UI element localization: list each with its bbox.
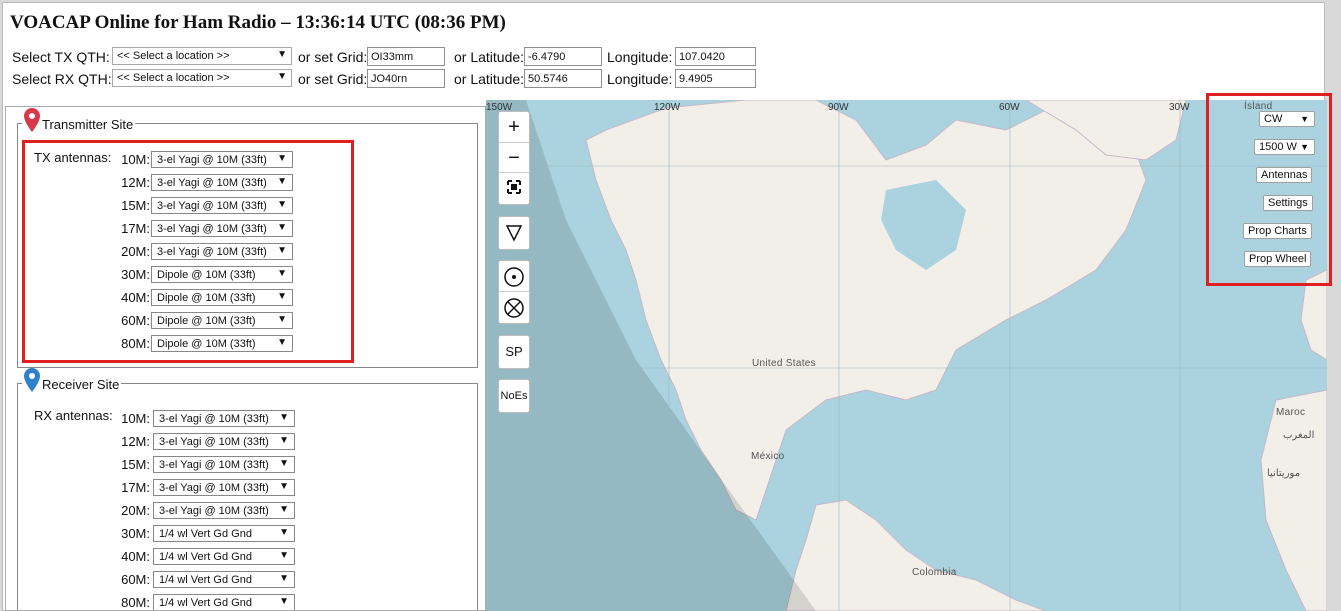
rx-location-select-value: << Select a location >> [117,72,230,84]
longitude-label: 120W [654,102,681,113]
rx-antenna-select-value: 1/4 wl Vert Gd Gnd [159,574,252,586]
page-title: VOACAP Online for Ham Radio – 13:36:14 U… [10,12,506,33]
rx-antenna-select[interactable]: 3-el Yagi @ 10M (33ft) ▼ [153,410,295,427]
chevron-down-icon: ▼ [279,596,289,607]
transmitter-legend-text: Transmitter Site [42,117,134,132]
rx-longitude-field[interactable]: 9.4905 [675,69,756,88]
chevron-down-icon: ▼ [279,550,289,561]
sp-button[interactable]: SP [498,335,530,369]
rx-band-label: 40M: [121,549,150,564]
chevron-down-icon: ▼ [277,71,287,82]
triangle-tool-button[interactable] [498,216,530,250]
tx-latitude-label: or Latitude: [454,49,525,65]
rx-band-label: 12M: [121,434,150,449]
place-label-mexico: México [751,451,785,462]
chevron-down-icon: ▼ [279,435,289,446]
highlight-box-tx-antennas [22,140,354,363]
receiver-legend: Receiver Site [22,368,122,392]
rx-antenna-select[interactable]: 3-el Yagi @ 10M (33ft) ▼ [153,479,295,496]
zoom-out-button[interactable]: − [499,142,529,172]
propagation-map[interactable]: 150W 120W 90W 60W 30W United States Méxi… [486,100,1327,611]
zoom-control: + − [498,111,530,205]
tx-qth-label: Select TX QTH: [12,49,110,65]
rx-antenna-select[interactable]: 3-el Yagi @ 10M (33ft) ▼ [153,456,295,473]
transmitter-legend: Transmitter Site [22,108,136,132]
rx-location-select[interactable]: << Select a location >> ▼ [112,69,292,87]
rx-qth-row: Select RX QTH: << Select a location >> ▼… [12,69,772,89]
rx-band-label: 30M: [121,526,150,541]
fullscreen-button[interactable] [499,172,529,202]
place-label-colombia: Colombia [912,567,957,578]
place-label-us: United States [752,358,816,369]
rx-antenna-select-value: 3-el Yagi @ 10M (33ft) [159,482,269,494]
circle-dot-button[interactable] [499,261,529,291]
rx-antenna-select[interactable]: 1/4 wl Vert Gd Gnd ▼ [153,594,295,610]
rx-antenna-select[interactable]: 3-el Yagi @ 10M (33ft) ▼ [153,433,295,450]
circle-x-button[interactable] [499,291,529,321]
rx-band-label: 60M: [121,572,150,587]
tx-qth-row: Select TX QTH: << Select a location >> ▼… [12,47,772,67]
tx-location-select[interactable]: << Select a location >> ▼ [112,47,292,65]
chevron-down-icon: ▼ [279,573,289,584]
longitude-label: 30W [1169,102,1190,113]
rx-antenna-select-value: 1/4 wl Vert Gd Gnd [159,551,252,563]
rx-band-label: 15M: [121,457,150,472]
rx-antenna-select[interactable]: 1/4 wl Vert Gd Gnd ▼ [153,525,295,542]
rx-qth-label: Select RX QTH: [12,71,112,87]
chevron-down-icon: ▼ [279,527,289,538]
point-tool-group [498,260,530,324]
chevron-down-icon: ▼ [279,504,289,515]
map-pin-red-icon [24,108,40,132]
rx-band-label: 10M: [121,411,150,426]
rx-antenna-select-value: 3-el Yagi @ 10M (33ft) [159,505,269,517]
receiver-fieldset: Receiver Site RX antennas: 10M: 3-el Yagi… [17,368,478,610]
rx-antenna-select[interactable]: 3-el Yagi @ 10M (33ft) ▼ [153,502,295,519]
rx-band-label: 20M: [121,503,150,518]
rx-antenna-select-value: 1/4 wl Vert Gd Gnd [159,597,252,609]
rx-band-label: 17M: [121,480,150,495]
tx-grid-field[interactable]: OI33mm [367,47,445,66]
tx-longitude-field[interactable]: 107.0420 [675,47,756,66]
circle-dot-icon [504,266,524,287]
rx-latitude-label: or Latitude: [454,71,525,87]
circle-x-icon [504,297,524,318]
place-label-morocco: Maroc [1276,407,1306,418]
rx-antennas-label: RX antennas: [34,408,113,423]
rx-antenna-select-value: 3-el Yagi @ 10M (33ft) [159,459,269,471]
rx-antenna-select[interactable]: 1/4 wl Vert Gd Gnd ▼ [153,571,295,588]
rx-band-label: 80M: [121,595,150,610]
fullscreen-icon [507,180,521,194]
rx-antenna-select-value: 1/4 wl Vert Gd Gnd [159,528,252,540]
tx-longitude-label: Longitude: [607,49,673,65]
chevron-down-icon: ▼ [279,412,289,423]
rx-longitude-label: Longitude: [607,71,673,87]
tx-grid-label: or set Grid: [298,49,368,65]
rx-antenna-select[interactable]: 1/4 wl Vert Gd Gnd ▼ [153,548,295,565]
rx-antenna-select-value: 3-el Yagi @ 10M (33ft) [159,436,269,448]
map-background [486,100,1327,611]
map-pin-blue-icon [24,368,40,392]
chevron-down-icon: ▼ [279,481,289,492]
zoom-in-button[interactable]: + [499,112,529,142]
place-label-morocco-ar: المغرب [1283,430,1315,441]
rx-latitude-field[interactable]: 50.5746 [524,69,602,88]
highlight-box-controls [1206,93,1332,286]
longitude-label: 90W [828,102,849,113]
place-label-mauritania-ar: موريتانيا [1267,468,1301,479]
chevron-down-icon: ▼ [277,49,287,60]
longitude-label: 60W [999,102,1020,113]
rx-grid-label: or set Grid: [298,71,368,87]
receiver-legend-text: Receiver Site [42,377,120,392]
tx-latitude-field[interactable]: -6.4790 [524,47,602,66]
rx-antenna-select-value: 3-el Yagi @ 10M (33ft) [159,413,269,425]
tx-location-select-value: << Select a location >> [117,50,230,62]
triangle-down-icon [505,225,523,242]
noes-button[interactable]: NoEs [498,379,530,413]
rx-grid-field[interactable]: JO40rn [367,69,445,88]
chevron-down-icon: ▼ [279,458,289,469]
